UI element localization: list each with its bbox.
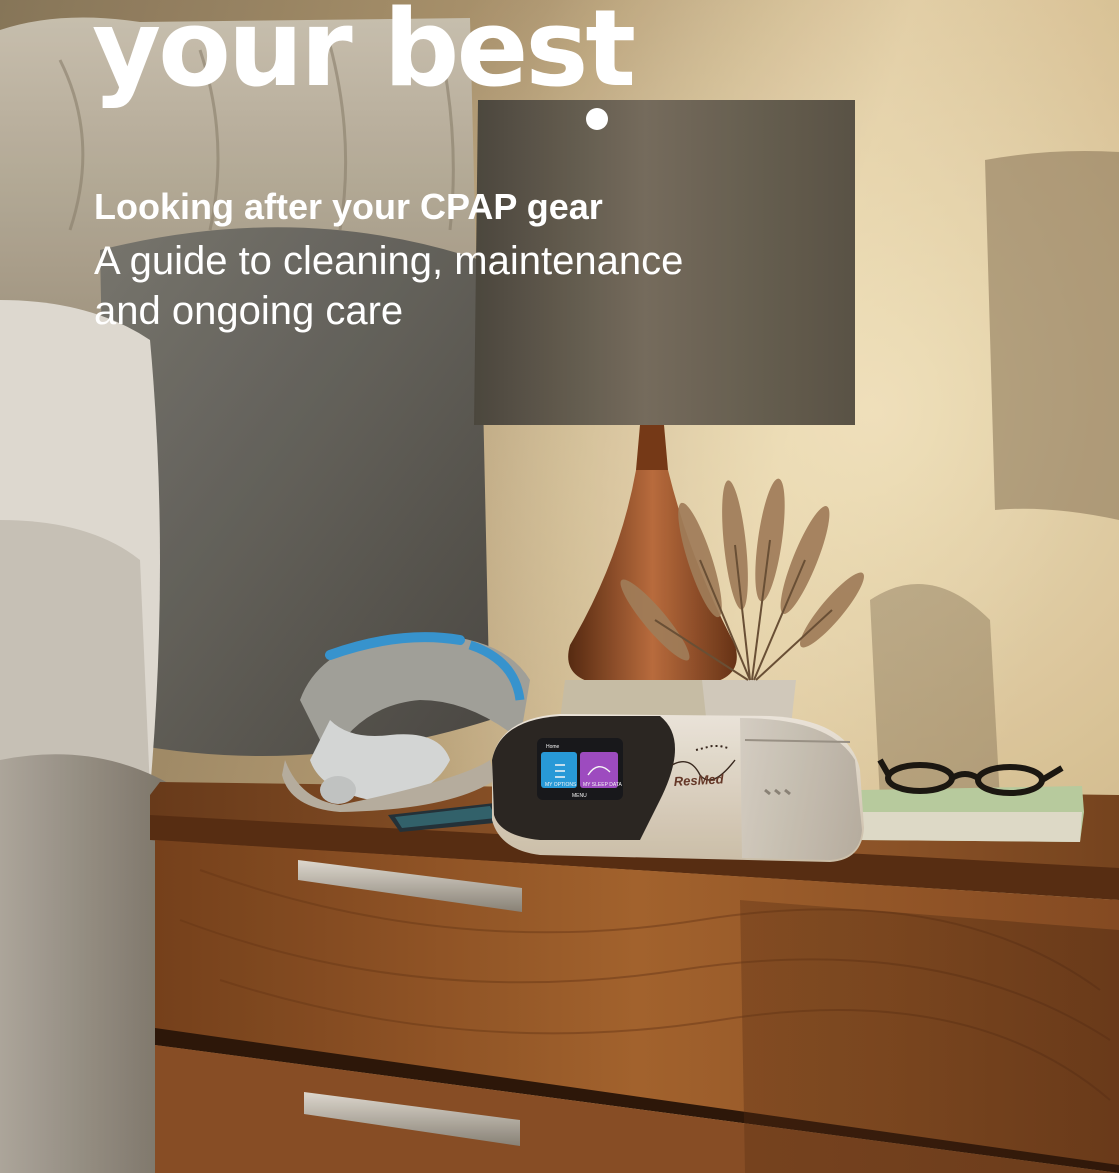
headline-dot xyxy=(586,108,608,130)
hero-subtitle: Looking after your CPAP gear xyxy=(94,186,603,227)
hero-description: A guide to cleaning, maintenance and ong… xyxy=(94,239,684,333)
bedside-scene-photo: ResMed Home MY OPTIONS MY SLEEP DATA MEN… xyxy=(0,0,1119,1173)
edge-vignette xyxy=(0,0,1119,1173)
hero-headline: your best xyxy=(92,0,636,110)
